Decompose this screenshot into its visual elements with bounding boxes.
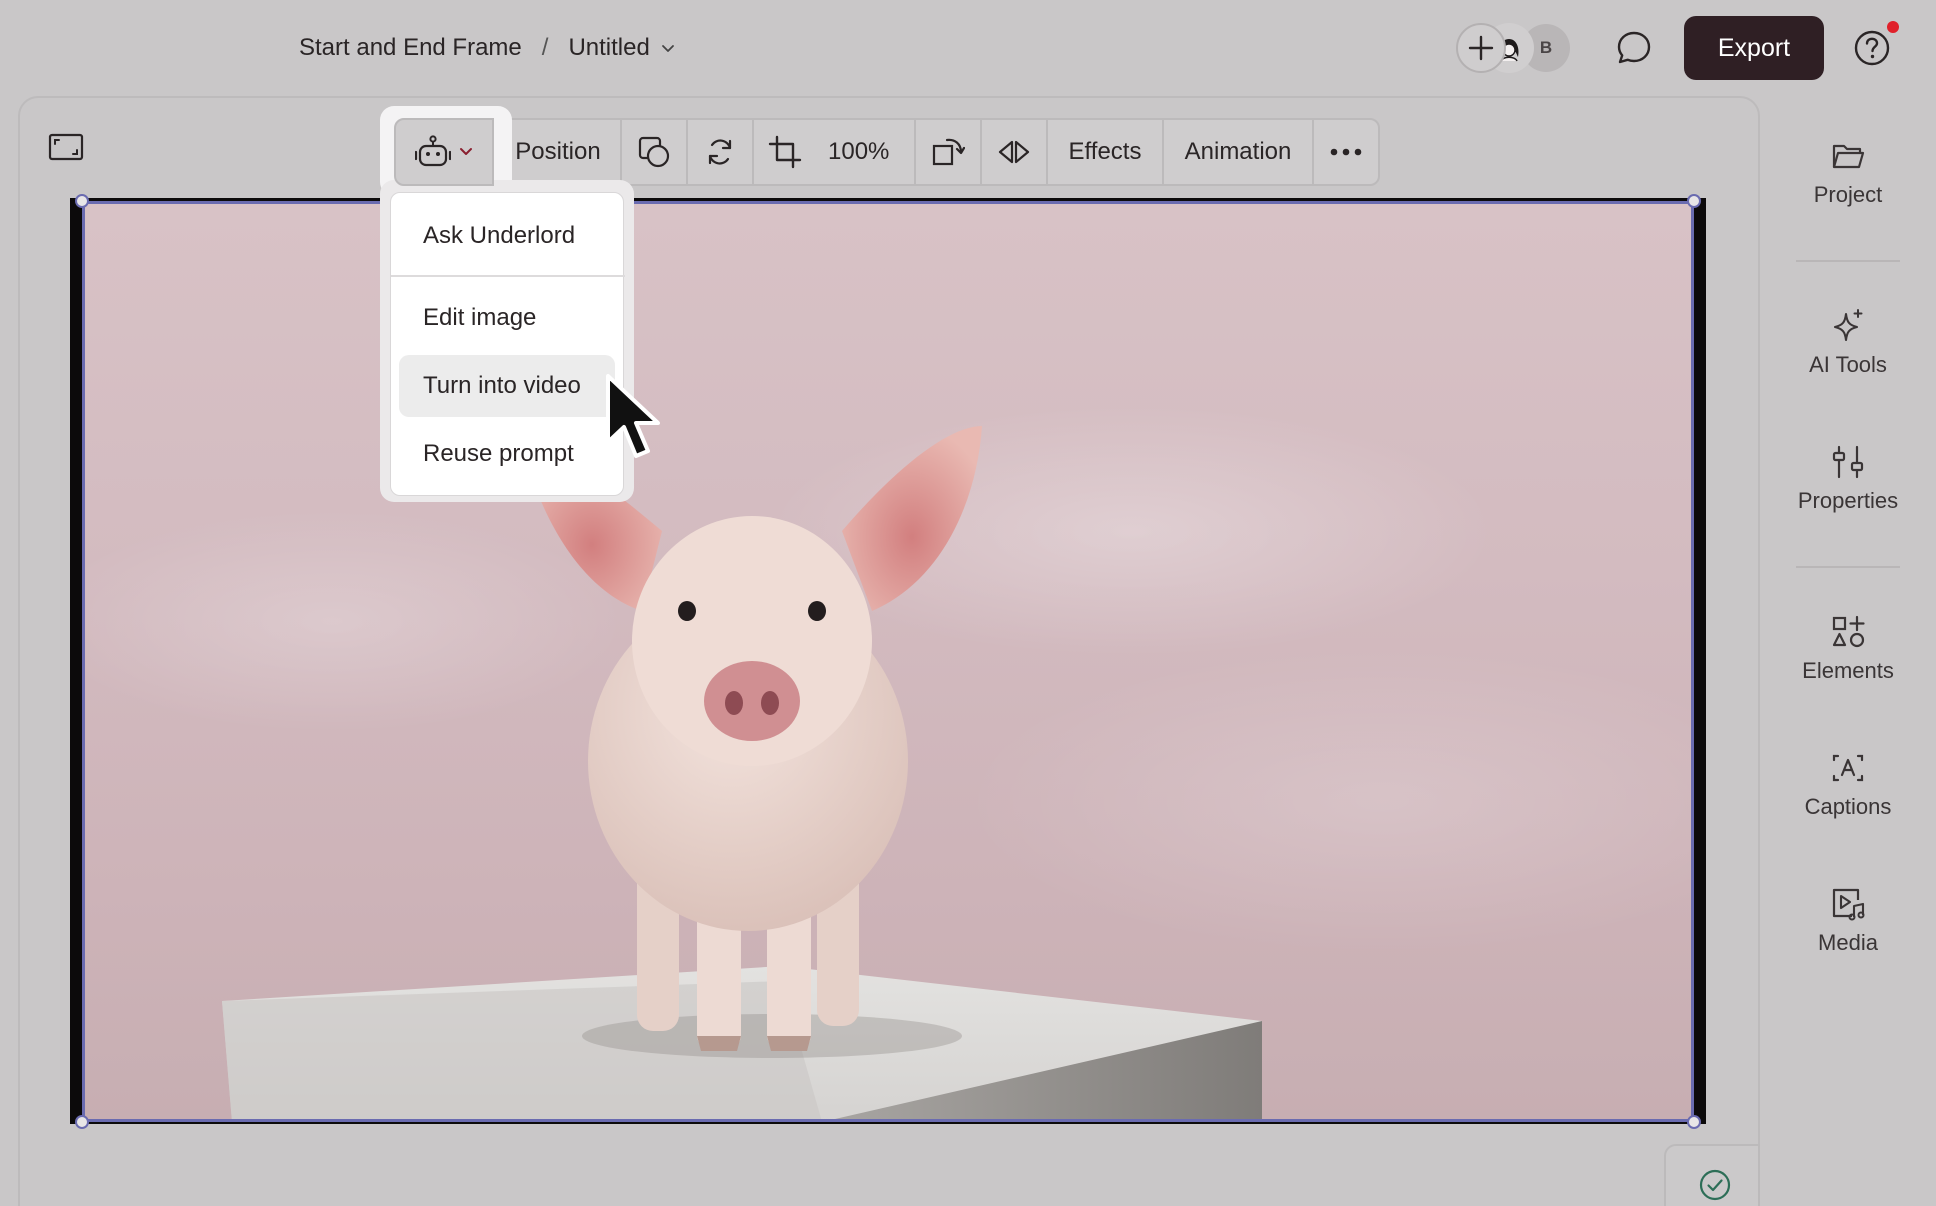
replace-button[interactable] <box>688 120 754 184</box>
sidebar-item-elements[interactable]: Elements <box>1760 614 1936 684</box>
sidebar-divider <box>1796 566 1900 568</box>
robot-icon <box>415 135 451 167</box>
menu-item-edit-image[interactable]: Edit image <box>399 287 615 349</box>
sidebar-divider <box>1796 260 1900 262</box>
sparkle-icon <box>1833 309 1863 342</box>
sidebar-item-properties[interactable]: Properties <box>1760 444 1936 514</box>
menu-item-turn-into-video[interactable]: Turn into video <box>399 355 615 417</box>
pig-image[interactable] <box>82 201 1694 1122</box>
sidebar-item-captions[interactable]: Captions <box>1760 750 1936 820</box>
sidebar-item-label: Captions <box>1804 794 1892 819</box>
breadcrumb: Start and End Frame / Untitled <box>299 30 676 66</box>
add-collaborator-button[interactable] <box>1456 23 1506 73</box>
sidebar-item-label: Elements <box>1802 658 1894 683</box>
resize-handle-bottom-left[interactable] <box>75 1115 89 1129</box>
chevron-down-icon[interactable] <box>660 40 676 56</box>
comment-icon[interactable] <box>1614 28 1654 68</box>
resize-handle-top-left[interactable] <box>75 194 89 208</box>
zoom-value[interactable]: 100% <box>828 138 889 166</box>
help-icon[interactable] <box>1852 28 1892 68</box>
position-button[interactable]: Position <box>496 120 622 184</box>
media-icon <box>1832 888 1865 921</box>
replace-icon <box>708 139 732 165</box>
crop-zoom-group: 100% <box>754 120 916 184</box>
export-button[interactable]: Export <box>1684 16 1824 80</box>
more-options-button[interactable] <box>1314 120 1378 184</box>
pig-on-pedestal-illustration <box>222 426 1262 1122</box>
rotate-button[interactable] <box>916 120 982 184</box>
folder-icon <box>1832 144 1865 169</box>
resize-handle-top-right[interactable] <box>1687 194 1701 208</box>
fit-to-screen-icon[interactable] <box>48 132 84 162</box>
captions-icon <box>1832 754 1864 782</box>
sliders-icon <box>1832 445 1864 479</box>
ai-actions-button[interactable] <box>394 118 494 186</box>
mask-shape-button[interactable] <box>622 120 688 184</box>
effects-button[interactable]: Effects <box>1048 120 1164 184</box>
top-bar: Start and End Frame / Untitled B Export <box>0 0 1936 96</box>
right-sidebar: Project AI Tools Properties Elements Cap… <box>1760 96 1936 1206</box>
sidebar-item-media[interactable]: Media <box>1760 886 1936 956</box>
more-dots-icon <box>1330 148 1362 156</box>
flip-button[interactable] <box>982 120 1048 184</box>
chevron-down-icon <box>460 148 472 155</box>
project-name-link[interactable]: Start and End Frame <box>299 34 522 62</box>
save-status-panel[interactable] <box>1664 1144 1760 1206</box>
menu-divider <box>391 275 625 277</box>
breadcrumb-separator: / <box>541 34 549 61</box>
document-title[interactable]: Untitled <box>568 34 649 62</box>
resize-handle-bottom-right[interactable] <box>1687 1115 1701 1129</box>
mouse-cursor-icon <box>606 374 660 458</box>
menu-item-ask-underlord[interactable]: Ask Underlord <box>399 205 615 267</box>
sidebar-item-label: Project <box>1813 182 1883 207</box>
animation-button[interactable]: Animation <box>1164 120 1314 184</box>
collaborators: B <box>1456 22 1570 74</box>
rotate-icon <box>932 138 965 166</box>
check-circle-icon <box>1699 1169 1731 1201</box>
shapes-icon <box>1832 615 1865 648</box>
notification-dot <box>1887 21 1899 33</box>
sidebar-item-label: AI Tools <box>1809 352 1887 377</box>
menu-item-reuse-prompt[interactable]: Reuse prompt <box>399 423 615 485</box>
shape-mask-icon <box>638 136 670 168</box>
ai-actions-menu: Ask Underlord Edit image Turn into video… <box>390 192 625 496</box>
sidebar-item-ai-tools[interactable]: AI Tools <box>1760 308 1936 378</box>
element-toolbar: Position 100% Effects Animation <box>394 118 1380 186</box>
flip-icon <box>998 140 1030 164</box>
sidebar-item-label: Properties <box>1797 488 1899 513</box>
crop-icon[interactable] <box>768 135 802 169</box>
sidebar-item-project[interactable]: Project <box>1760 138 1936 208</box>
plus-icon <box>1468 35 1494 61</box>
sidebar-item-label: Media <box>1818 930 1878 955</box>
